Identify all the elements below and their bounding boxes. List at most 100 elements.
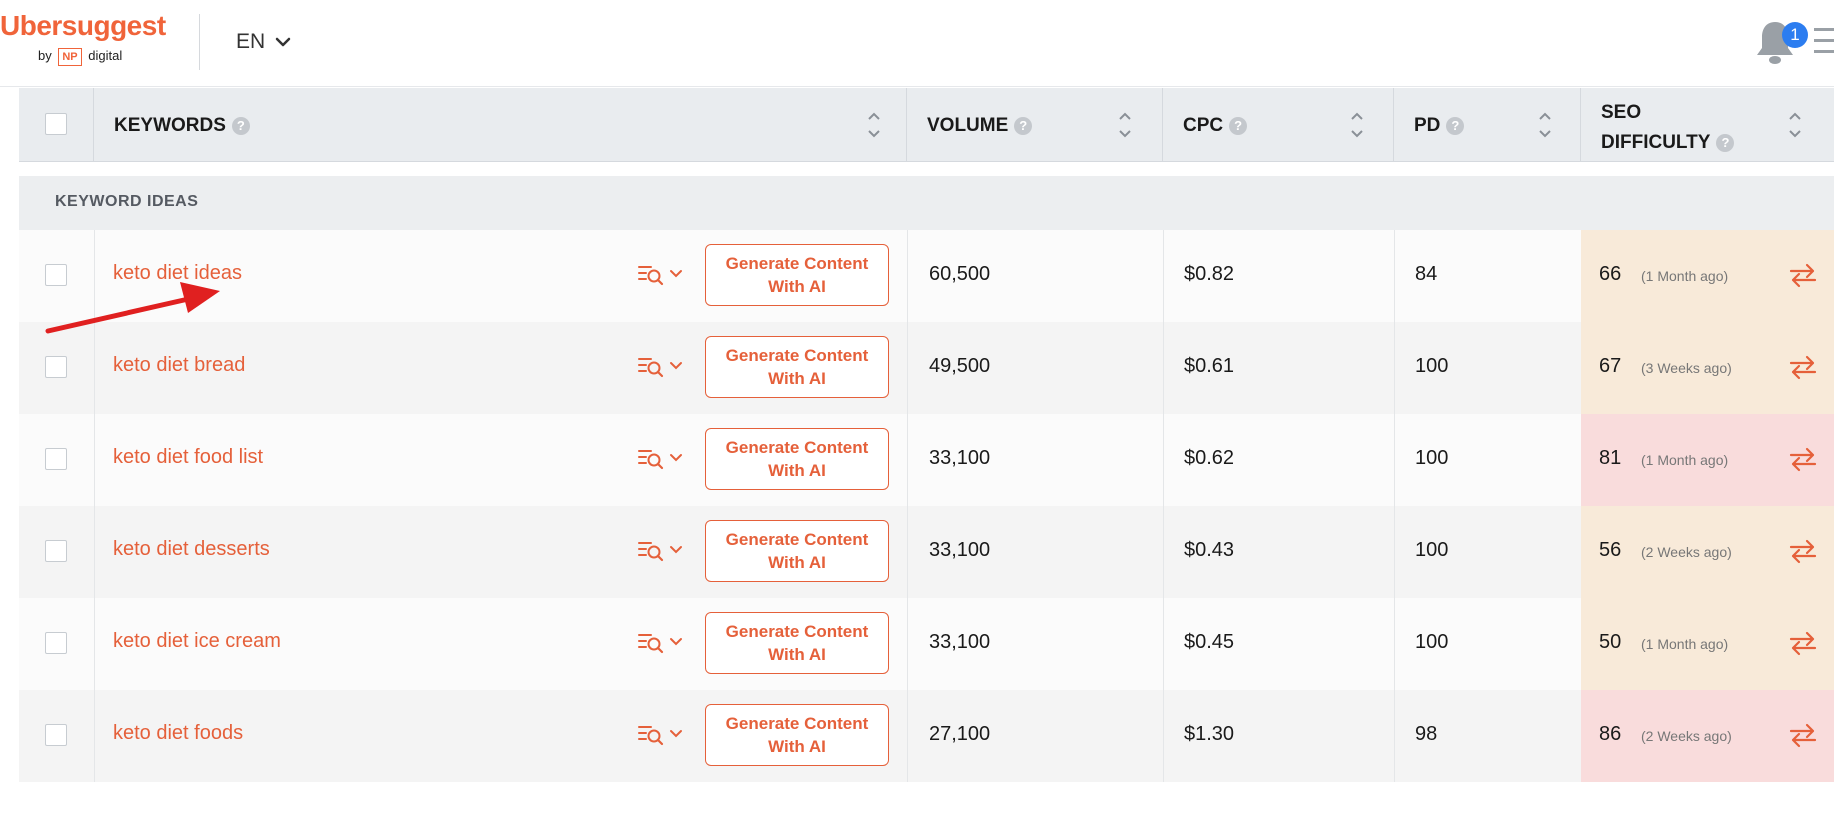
keyword-link[interactable]: keto diet ideas xyxy=(113,262,242,285)
table-row: keto diet ice cream Generate Content Wit… xyxy=(19,598,1834,690)
help-icon[interactable]: ? xyxy=(1716,134,1735,152)
cell-divider xyxy=(94,230,95,322)
table-row: keto diet foods Generate Content With AI… xyxy=(19,690,1834,782)
refresh-icon[interactable] xyxy=(1787,536,1819,566)
section-header-row xyxy=(19,176,1834,231)
table-row: keto diet desserts Generate Content With… xyxy=(19,506,1834,598)
last-updated: (3 Weeks ago) xyxy=(1641,360,1732,376)
column-pd[interactable]: PD ? xyxy=(1394,88,1581,162)
column-cpc-label: CPC ? xyxy=(1183,115,1248,137)
volume-value: 60,500 xyxy=(929,263,991,285)
refresh-icon[interactable] xyxy=(1787,720,1819,750)
row-checkbox[interactable] xyxy=(45,540,67,562)
column-seo-difficulty[interactable]: SEO DIFFICULTY ? xyxy=(1581,88,1834,162)
refresh-icon[interactable] xyxy=(1787,628,1819,658)
last-updated: (1 Month ago) xyxy=(1641,636,1729,652)
help-icon[interactable]: ? xyxy=(1229,117,1248,135)
column-volume-label: VOLUME ? xyxy=(927,115,1033,137)
cell-divider xyxy=(1163,506,1164,598)
table-header: KEYWORDS ? VOLUME ? CPC ? PD ? SEO DIFFI… xyxy=(19,88,1834,162)
help-icon[interactable]: ? xyxy=(1446,117,1465,135)
language-selector[interactable]: EN xyxy=(236,30,291,54)
sort-icon[interactable] xyxy=(1537,108,1553,142)
search-list-icon xyxy=(638,266,664,286)
keyword-tools-dropdown[interactable] xyxy=(637,722,683,746)
keyword-tools-dropdown[interactable] xyxy=(637,354,683,378)
keyword-link[interactable]: keto diet foods xyxy=(113,722,243,745)
help-icon[interactable]: ? xyxy=(231,117,250,135)
column-keywords[interactable]: KEYWORDS ? xyxy=(94,88,907,162)
cell-divider xyxy=(907,414,908,506)
generate-btn-line2: With AI xyxy=(768,461,826,480)
pd-header-text: PD xyxy=(1414,115,1441,136)
generate-content-button[interactable]: Generate Content With AI xyxy=(705,520,889,582)
keyword-tools-dropdown[interactable] xyxy=(637,262,683,286)
sort-icon[interactable] xyxy=(1349,108,1365,142)
cell-divider xyxy=(1394,230,1395,322)
chevron-down-icon xyxy=(670,270,682,278)
pd-value: 84 xyxy=(1415,263,1438,285)
seo-difficulty-cell: 50 (1 Month ago) xyxy=(1581,598,1834,690)
last-updated: (2 Weeks ago) xyxy=(1641,728,1732,744)
search-list-icon xyxy=(638,726,664,746)
cpc-value: $0.45 xyxy=(1184,631,1235,653)
volume-value: 49,500 xyxy=(929,355,991,377)
logo-digital: digital xyxy=(88,48,123,63)
seo-difficulty-value: 86 xyxy=(1599,723,1622,745)
chevron-down-icon xyxy=(670,730,682,738)
generate-content-button[interactable]: Generate Content With AI xyxy=(705,428,889,490)
generate-content-button[interactable]: Generate Content With AI xyxy=(705,244,889,306)
keyword-link[interactable]: keto diet ice cream xyxy=(113,630,281,653)
generate-btn-line2: With AI xyxy=(768,369,826,388)
table-row: keto diet food list Generate Content Wit… xyxy=(19,414,1834,506)
cell-divider xyxy=(907,322,908,414)
cell-divider xyxy=(1394,322,1395,414)
keyword-link[interactable]: keto diet desserts xyxy=(113,538,270,561)
cell-divider xyxy=(1394,690,1395,782)
hamburger-menu-icon[interactable] xyxy=(1814,28,1834,60)
table-row: keto diet bread Generate Content With AI… xyxy=(19,322,1834,414)
cell-divider xyxy=(907,230,908,322)
generate-content-button[interactable]: Generate Content With AI xyxy=(705,704,889,766)
sort-icon[interactable] xyxy=(1787,108,1803,142)
notification-badge: 1 xyxy=(1782,22,1808,48)
column-seo-difficulty-label: SEO DIFFICULTY ? xyxy=(1601,98,1735,158)
cell-divider xyxy=(1163,322,1164,414)
seo-difficulty-line2-wrap: DIFFICULTY ? xyxy=(1601,128,1735,158)
chevron-down-icon xyxy=(275,37,291,47)
keyword-link[interactable]: keto diet food list xyxy=(113,446,263,469)
cpc-value: $0.61 xyxy=(1184,355,1235,377)
keyword-tools-dropdown[interactable] xyxy=(637,630,683,654)
logo-wordmark: Ubersuggest xyxy=(0,10,166,41)
select-all-checkbox[interactable] xyxy=(45,113,67,135)
keyword-tools-dropdown[interactable] xyxy=(637,538,683,562)
refresh-icon[interactable] xyxy=(1787,444,1819,474)
row-checkbox[interactable] xyxy=(45,356,67,378)
cpc-value: $1.30 xyxy=(1184,723,1235,745)
section-label-keyword-ideas: KEYWORD IDEAS xyxy=(55,193,199,210)
column-volume[interactable]: VOLUME ? xyxy=(907,88,1163,162)
column-cpc[interactable]: CPC ? xyxy=(1163,88,1394,162)
chevron-down-icon xyxy=(670,362,682,370)
refresh-icon[interactable] xyxy=(1787,352,1819,382)
keyword-tools-dropdown[interactable] xyxy=(637,446,683,470)
generate-btn-line2: With AI xyxy=(768,645,826,664)
keyword-link[interactable]: keto diet bread xyxy=(113,354,245,377)
generate-content-button[interactable]: Generate Content With AI xyxy=(705,612,889,674)
sort-icon[interactable] xyxy=(866,108,882,142)
row-checkbox[interactable] xyxy=(45,724,67,746)
sort-icon[interactable] xyxy=(1117,108,1133,142)
help-icon[interactable]: ? xyxy=(1014,117,1033,135)
ubersuggest-logo[interactable]: Ubersuggest by NP digital xyxy=(0,10,166,66)
header-divider xyxy=(199,14,200,70)
search-list-icon xyxy=(638,634,664,654)
seo-difficulty-cell: 86 (2 Weeks ago) xyxy=(1581,690,1834,782)
pd-value: 100 xyxy=(1415,355,1449,377)
row-checkbox[interactable] xyxy=(45,264,67,286)
row-checkbox[interactable] xyxy=(45,448,67,470)
generate-content-button[interactable]: Generate Content With AI xyxy=(705,336,889,398)
cell-divider xyxy=(907,690,908,782)
chevron-down-icon xyxy=(670,546,682,554)
refresh-icon[interactable] xyxy=(1787,260,1819,290)
row-checkbox[interactable] xyxy=(45,632,67,654)
